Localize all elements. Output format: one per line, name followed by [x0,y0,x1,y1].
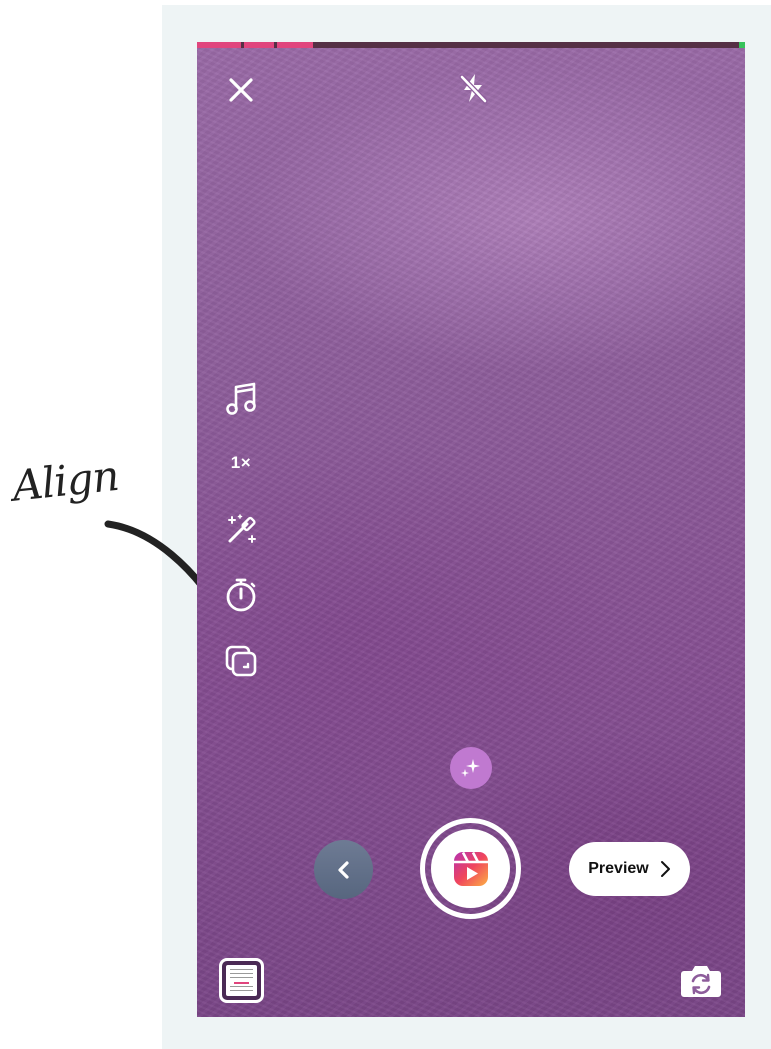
chevron-left-icon [337,860,349,879]
audio-button[interactable] [219,377,263,421]
progress-segment [244,42,274,48]
preview-button[interactable]: Preview [569,842,690,896]
chevron-right-icon [660,861,670,877]
gallery-button[interactable] [219,958,264,1003]
progress-segment [197,42,241,48]
close-button[interactable] [223,72,259,108]
reels-icon [453,851,488,886]
align-button[interactable] [219,639,263,683]
timer-icon [226,578,256,612]
music-note-icon [226,382,256,415]
effects-button[interactable] [219,507,263,551]
sparkles-icon [461,759,480,777]
camera-screen[interactable]: 1× Preview [197,42,745,1017]
progress-segment [277,42,313,48]
gallery-thumbnail-icon [226,965,257,996]
flip-camera-icon [681,966,721,997]
speed-label: 1× [230,453,252,472]
close-icon [229,78,253,102]
flash-off-icon [459,74,488,104]
progress-bar [197,42,745,48]
record-button[interactable] [420,818,521,919]
progress-end-marker [739,42,745,48]
back-button[interactable] [314,840,373,899]
preview-label: Preview [588,860,649,877]
flip-camera-button[interactable] [680,960,722,1000]
flash-button[interactable] [453,68,493,108]
sparkles-button[interactable] [450,747,492,789]
align-icon [225,645,257,677]
annotation-label: Align [10,450,121,511]
timer-button[interactable] [219,573,263,617]
record-button-inner [431,829,510,908]
speed-button[interactable]: 1× [219,441,263,485]
magic-wand-icon [228,514,256,543]
